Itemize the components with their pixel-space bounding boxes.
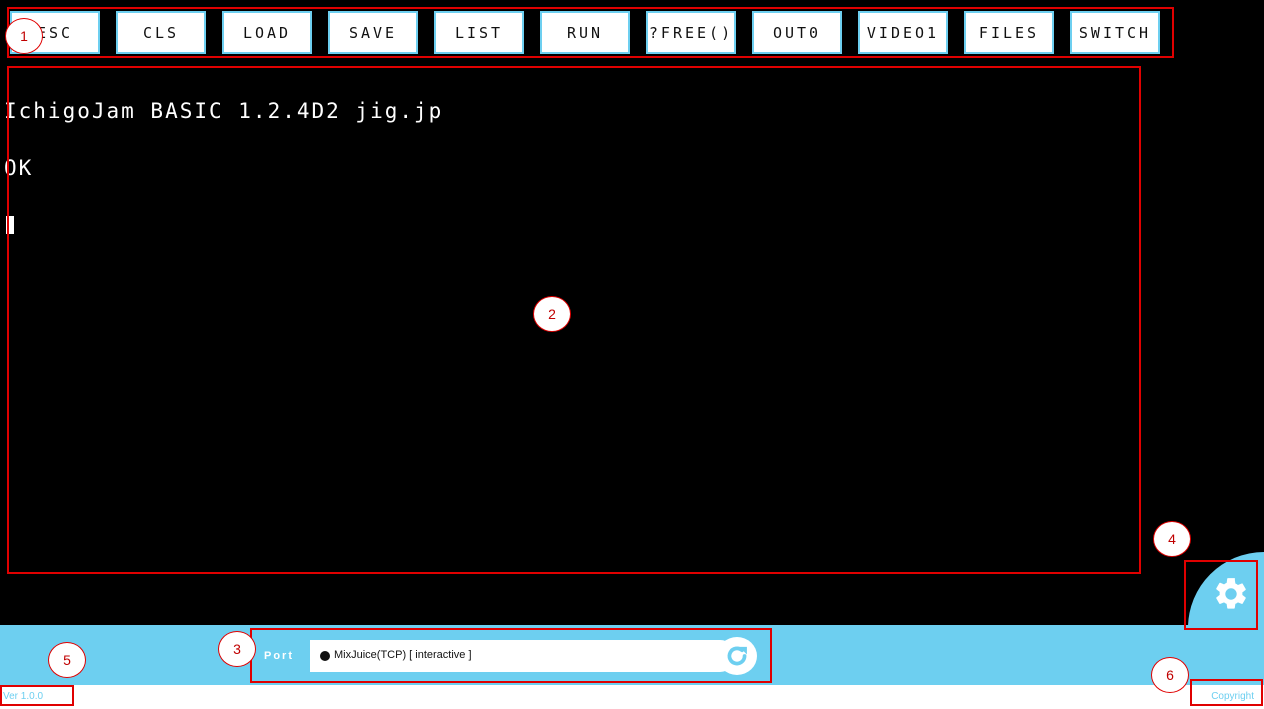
cls-button[interactable]: CLS <box>116 11 206 54</box>
refresh-icon <box>727 646 747 666</box>
copyright-link[interactable]: Copyright <box>1211 691 1254 702</box>
terminal-cursor-line <box>4 216 1134 235</box>
terminal-line: OK <box>4 156 34 180</box>
list-button[interactable]: LIST <box>434 11 524 54</box>
terminal-line: IchigoJam BASIC 1.2.4D2 jig.jp <box>4 99 444 123</box>
save-button[interactable]: SAVE <box>328 11 418 54</box>
connection-status-dot <box>320 651 330 661</box>
refresh-button[interactable] <box>717 637 757 675</box>
load-button[interactable]: LOAD <box>222 11 312 54</box>
free-button[interactable]: ?FREE() <box>646 11 736 54</box>
port-select[interactable]: MixJuice(TCP) [ interactive ] <box>310 640 736 672</box>
gear-icon[interactable] <box>1212 575 1250 613</box>
port-label: Port <box>264 650 294 662</box>
port-value: MixJuice(TCP) [ interactive ] <box>334 649 472 661</box>
files-button[interactable]: FILES <box>964 11 1054 54</box>
version-label: Ver 1.0.0 <box>3 691 44 702</box>
annotation-number: 2 <box>533 296 571 332</box>
run-button[interactable]: RUN <box>540 11 630 54</box>
text-cursor <box>6 216 14 234</box>
video1-button[interactable]: VIDEO1 <box>858 11 948 54</box>
annotation-number: 3 <box>218 631 256 667</box>
annotation-number: 1 <box>5 18 43 54</box>
annotation-number: 5 <box>48 642 86 678</box>
annotation-number: 4 <box>1153 521 1191 557</box>
out0-button[interactable]: OUT0 <box>752 11 842 54</box>
settings-corner <box>1188 552 1264 625</box>
switch-button[interactable]: SWITCH <box>1070 11 1160 54</box>
annotation-number: 6 <box>1151 657 1189 693</box>
